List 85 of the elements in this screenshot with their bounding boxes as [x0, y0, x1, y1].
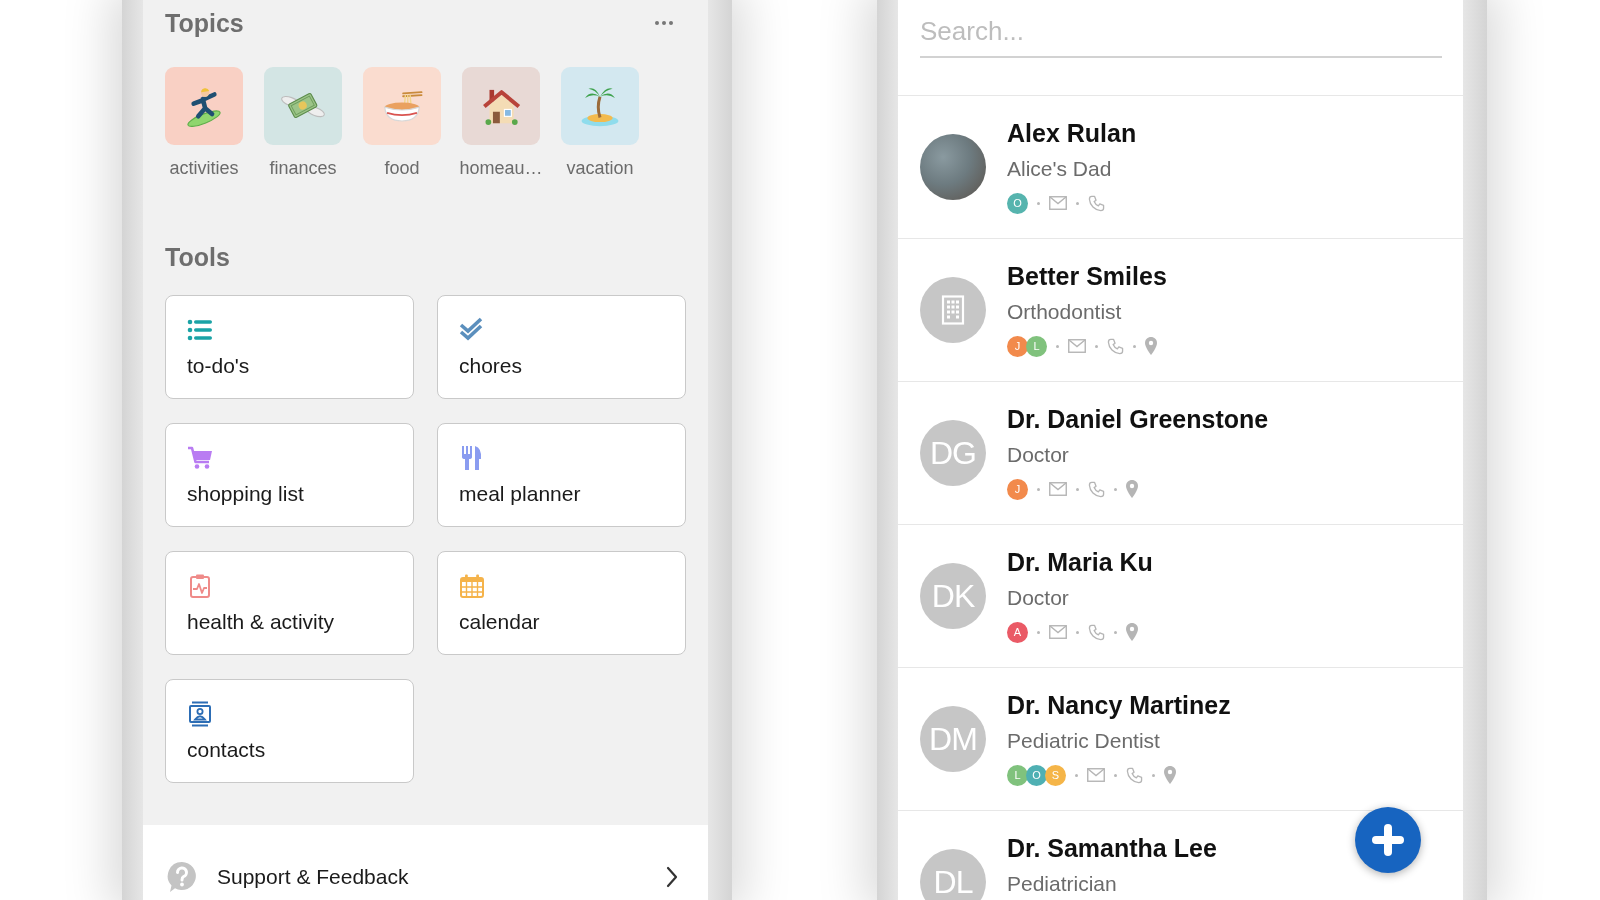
contact-role: Doctor	[1007, 585, 1070, 611]
location-pin-icon	[1164, 766, 1176, 784]
topic-tile[interactable]	[165, 67, 243, 145]
separator-dot-icon	[1037, 630, 1040, 634]
separator-dot-icon	[1133, 344, 1136, 348]
separator-dot-icon	[1114, 773, 1117, 777]
member-badge: L	[1026, 335, 1047, 357]
phone-icon	[1126, 766, 1143, 784]
separator-dot-icon	[1037, 201, 1040, 205]
search-field[interactable]: Search...	[920, 6, 1442, 58]
tool-card[interactable]: calendar	[437, 551, 686, 655]
phone-icon	[1107, 337, 1124, 355]
member-badge: L	[1007, 764, 1028, 786]
more-icon	[655, 21, 673, 25]
topic-tile[interactable]	[264, 67, 342, 145]
separator-dot-icon	[1114, 487, 1117, 491]
help-icon	[167, 861, 197, 893]
tool-card[interactable]: shopping list	[165, 423, 414, 527]
avatar: DK	[920, 563, 986, 629]
contact-list-item[interactable]: DM Dr. Nancy Martinez Pediatric Dentist L O S	[898, 668, 1463, 811]
topic-tile[interactable]	[363, 67, 441, 145]
topic-label: vacation	[566, 157, 634, 179]
contact-list-item[interactable]: DK Dr. Maria Ku Doctor A	[898, 525, 1463, 668]
envelope-icon	[1049, 625, 1067, 639]
separator-dot-icon	[1114, 630, 1117, 634]
envelope-icon	[1049, 196, 1067, 210]
member-badge: O	[1026, 764, 1047, 786]
add-button[interactable]	[1355, 807, 1421, 873]
more-button[interactable]	[655, 21, 673, 25]
chevron-right-icon	[666, 866, 678, 888]
member-badge: A	[1007, 621, 1028, 643]
separator-dot-icon	[1095, 344, 1098, 348]
building-icon	[941, 295, 965, 325]
member-badge: S	[1045, 764, 1066, 786]
contact-name: Better Smiles	[1007, 261, 1167, 291]
contact-name: Dr. Maria Ku	[1007, 547, 1153, 577]
phone-icon	[1088, 480, 1105, 498]
topic-label: homeau…	[459, 157, 543, 179]
tool-card[interactable]: contacts	[165, 679, 414, 783]
tool-card[interactable]: to-do's	[165, 295, 414, 399]
avatar: DM	[920, 706, 986, 772]
tool-card[interactable]: chores	[437, 295, 686, 399]
phone-icon	[1088, 194, 1105, 212]
envelope-icon	[1049, 482, 1067, 496]
envelope-icon	[1087, 768, 1105, 782]
section-title: Topics	[165, 8, 244, 39]
topic-tile[interactable]	[561, 67, 639, 145]
contact-name: Dr. Daniel Greenstone	[1007, 404, 1269, 434]
location-pin-icon	[1126, 623, 1138, 641]
tool-card[interactable]: meal planner	[437, 423, 686, 527]
separator-dot-icon	[1037, 487, 1040, 491]
separator-dot-icon	[1076, 201, 1079, 205]
separator-dot-icon	[1056, 344, 1059, 348]
contact-name: Alex Rulan	[1007, 118, 1137, 148]
phone-icon	[1088, 623, 1105, 641]
contact-role: Alice's Dad	[1007, 156, 1113, 182]
contact-name: Dr. Samantha Lee	[1007, 833, 1217, 863]
contact-role: Pediatric Dentist	[1007, 728, 1161, 754]
contact-list-item[interactable]: DG Dr. Daniel Greenstone Doctor J	[898, 382, 1463, 525]
topic-tile[interactable]	[462, 67, 540, 145]
separator-dot-icon	[1076, 630, 1079, 634]
contact-role: Doctor	[1007, 442, 1070, 468]
separator-dot-icon	[1076, 487, 1079, 491]
separator-dot-icon	[1075, 773, 1078, 777]
separator-dot-icon	[1152, 773, 1155, 777]
member-badge: J	[1007, 335, 1028, 357]
section-title: Tools	[165, 242, 230, 273]
member-badge: J	[1007, 478, 1028, 500]
avatar: DG	[920, 420, 986, 486]
contact-role: Pediatrician	[1007, 871, 1118, 897]
topic-label: finances	[269, 157, 337, 179]
contact-role: Orthodontist	[1007, 299, 1123, 325]
member-badge: O	[1007, 192, 1028, 214]
topic-label: food	[384, 157, 420, 179]
location-pin-icon	[1145, 337, 1157, 355]
topic-label: activities	[169, 157, 239, 179]
location-pin-icon	[1126, 480, 1138, 498]
contact-name: Dr. Nancy Martinez	[1007, 690, 1231, 720]
contact-list-item[interactable]: Better Smiles Orthodontist J L	[898, 239, 1463, 382]
envelope-icon	[1068, 339, 1086, 353]
contact-list-item[interactable]: Alex Rulan Alice's Dad O	[898, 96, 1463, 239]
avatar: DL	[920, 849, 986, 900]
support-feedback-button[interactable]: Support & Feedback	[143, 825, 708, 900]
plus-icon	[1370, 822, 1406, 858]
tool-card[interactable]: health & activity	[165, 551, 414, 655]
